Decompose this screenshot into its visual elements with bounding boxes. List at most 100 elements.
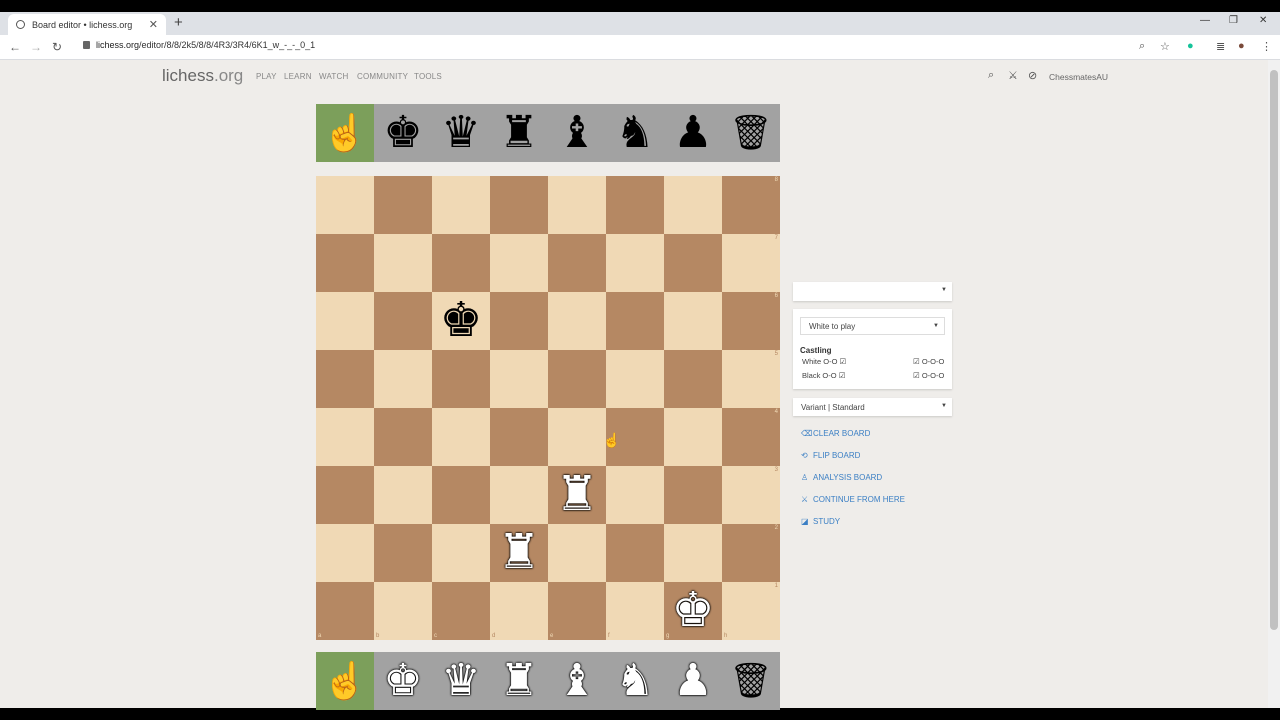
- square-c6[interactable]: ♚: [432, 292, 490, 350]
- back-icon[interactable]: ←: [9, 40, 21, 54]
- spare-top-black-king-button[interactable]: ♚: [374, 104, 432, 162]
- square-a4[interactable]: [316, 408, 374, 466]
- study-button[interactable]: ◪ STUDY: [801, 517, 840, 526]
- square-c1[interactable]: c: [432, 582, 490, 640]
- grammarly-icon[interactable]: ●: [1187, 40, 1194, 52]
- square-c5[interactable]: [432, 350, 490, 408]
- black-king-piece[interactable]: ♚: [432, 292, 490, 350]
- minimize-icon[interactable]: —: [1200, 15, 1210, 26]
- menu-tools[interactable]: TOOLS: [414, 72, 442, 81]
- forward-icon[interactable]: →: [30, 40, 42, 54]
- square-e6[interactable]: [548, 292, 606, 350]
- square-g6[interactable]: [664, 292, 722, 350]
- spare-bottom-hand-button[interactable]: ☝: [316, 652, 374, 710]
- square-d6[interactable]: [490, 292, 548, 350]
- square-f8[interactable]: [606, 176, 664, 234]
- square-h3[interactable]: 3: [722, 466, 780, 524]
- black-oo-checkbox[interactable]: ☑: [839, 371, 846, 380]
- square-b2[interactable]: [374, 524, 432, 582]
- spare-top-black-bishop-button[interactable]: ♝: [548, 104, 606, 162]
- square-e3[interactable]: ♜: [548, 466, 606, 524]
- square-c3[interactable]: [432, 466, 490, 524]
- white-oo-checkbox[interactable]: ☑: [840, 357, 847, 366]
- menu-watch[interactable]: WATCH: [319, 72, 348, 81]
- square-e7[interactable]: [548, 234, 606, 292]
- spare-top-trash-button[interactable]: 🗑: [722, 104, 780, 162]
- square-a7[interactable]: [316, 234, 374, 292]
- square-g4[interactable]: [664, 408, 722, 466]
- square-g8[interactable]: [664, 176, 722, 234]
- square-g7[interactable]: [664, 234, 722, 292]
- menu-kebab-icon[interactable]: ⋮: [1261, 40, 1272, 53]
- square-h7[interactable]: 7: [722, 234, 780, 292]
- square-f3[interactable]: [606, 466, 664, 524]
- square-e8[interactable]: [548, 176, 606, 234]
- tab-close-icon[interactable]: ✕: [149, 18, 158, 31]
- square-b7[interactable]: [374, 234, 432, 292]
- square-a1[interactable]: a: [316, 582, 374, 640]
- square-a3[interactable]: [316, 466, 374, 524]
- square-c7[interactable]: [432, 234, 490, 292]
- square-b1[interactable]: b: [374, 582, 432, 640]
- square-a5[interactable]: [316, 350, 374, 408]
- white-ooo-checkbox[interactable]: ☑: [913, 357, 920, 366]
- username-link[interactable]: ChessmatesAU: [1049, 72, 1108, 82]
- spare-bottom-white-bishop-button[interactable]: ♝: [548, 652, 606, 710]
- spare-bottom-white-king-button[interactable]: ♚: [374, 652, 432, 710]
- square-b5[interactable]: [374, 350, 432, 408]
- square-d3[interactable]: [490, 466, 548, 524]
- menu-community[interactable]: COMMUNITY: [357, 72, 408, 81]
- restore-icon[interactable]: ❐: [1229, 15, 1238, 26]
- flip-board-button[interactable]: ⟲ FLIP BOARD: [801, 451, 860, 460]
- square-e1[interactable]: e: [548, 582, 606, 640]
- square-h8[interactable]: 8: [722, 176, 780, 234]
- square-b4[interactable]: [374, 408, 432, 466]
- square-f1[interactable]: f: [606, 582, 664, 640]
- swords-icon[interactable]: ⚔: [1008, 69, 1018, 82]
- spare-bottom-white-knight-button[interactable]: ♞: [606, 652, 664, 710]
- square-d4[interactable]: [490, 408, 548, 466]
- square-b6[interactable]: [374, 292, 432, 350]
- square-a6[interactable]: [316, 292, 374, 350]
- square-h6[interactable]: 6: [722, 292, 780, 350]
- analysis-board-button[interactable]: ♙ ANALYSIS BOARD: [801, 473, 882, 482]
- spare-bottom-white-pawn-button[interactable]: ♟: [664, 652, 722, 710]
- square-h5[interactable]: 5: [722, 350, 780, 408]
- scrollbar-thumb[interactable]: [1270, 70, 1278, 630]
- position-select[interactable]: ▼: [793, 282, 952, 301]
- variant-select[interactable]: Variant | Standard ▼: [793, 398, 952, 416]
- square-g2[interactable]: [664, 524, 722, 582]
- white-rook-piece[interactable]: ♜: [490, 524, 548, 582]
- square-g5[interactable]: [664, 350, 722, 408]
- spare-bottom-white-rook-button[interactable]: ♜: [490, 652, 548, 710]
- notifications-off-icon[interactable]: ⊘: [1028, 69, 1037, 82]
- square-g3[interactable]: [664, 466, 722, 524]
- new-tab-button[interactable]: +: [174, 14, 183, 31]
- spare-bottom-white-queen-button[interactable]: ♛: [432, 652, 490, 710]
- square-h2[interactable]: 2: [722, 524, 780, 582]
- square-d5[interactable]: [490, 350, 548, 408]
- square-b8[interactable]: [374, 176, 432, 234]
- chessboard[interactable]: 8 7 ♚ 6 5 4 ♜ 3 ♜ 2 a b c d e f g ♚ 1 h: [316, 176, 780, 640]
- page-scrollbar[interactable]: [1268, 60, 1280, 708]
- square-c2[interactable]: [432, 524, 490, 582]
- search-icon[interactable]: ⌕: [988, 69, 994, 82]
- white-rook-piece[interactable]: ♜: [548, 466, 606, 524]
- square-d2[interactable]: ♜: [490, 524, 548, 582]
- reload-icon[interactable]: ↻: [52, 40, 62, 54]
- site-logo[interactable]: lichess.org: [162, 66, 243, 86]
- square-d1[interactable]: d: [490, 582, 548, 640]
- square-a8[interactable]: [316, 176, 374, 234]
- menu-learn[interactable]: LEARN: [284, 72, 312, 81]
- avatar-icon[interactable]: ●: [1238, 40, 1245, 52]
- square-a2[interactable]: [316, 524, 374, 582]
- square-d7[interactable]: [490, 234, 548, 292]
- spare-top-black-queen-button[interactable]: ♛: [432, 104, 490, 162]
- zoom-icon[interactable]: ⌕: [1139, 40, 1145, 53]
- square-b3[interactable]: [374, 466, 432, 524]
- square-f7[interactable]: [606, 234, 664, 292]
- square-c8[interactable]: [432, 176, 490, 234]
- clear-board-button[interactable]: ⌫ CLEAR BOARD: [801, 429, 870, 438]
- square-e2[interactable]: [548, 524, 606, 582]
- spare-top-black-knight-button[interactable]: ♞: [606, 104, 664, 162]
